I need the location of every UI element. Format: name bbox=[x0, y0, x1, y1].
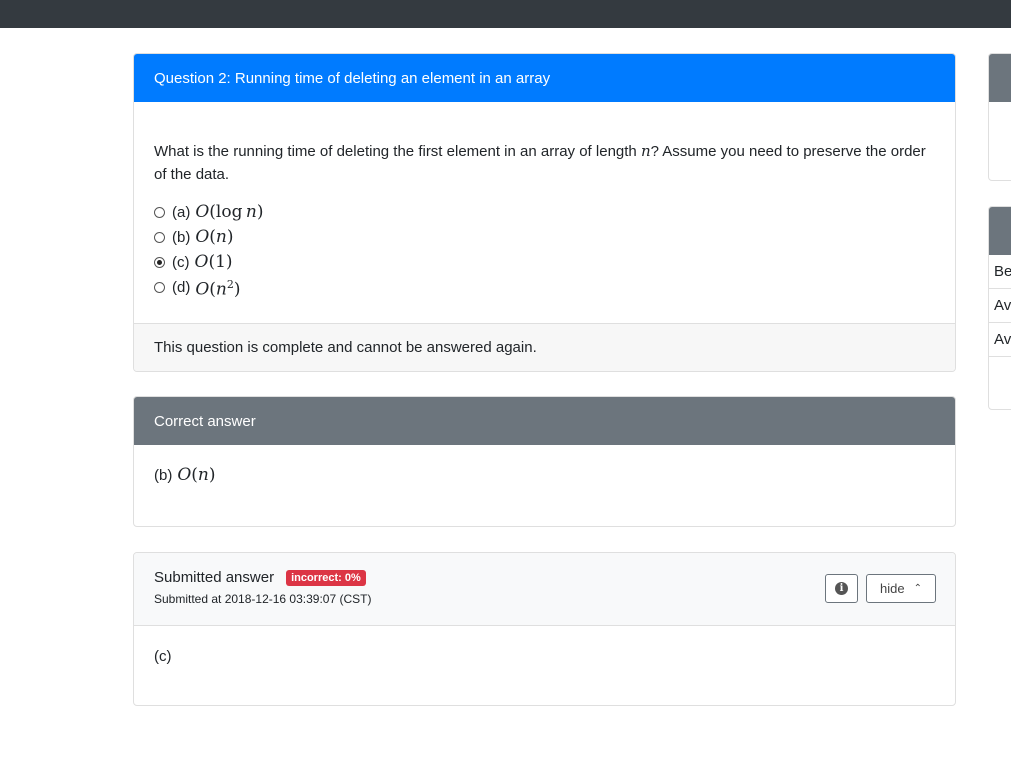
question-footer: This question is complete and cannot be … bbox=[134, 323, 955, 371]
question-title: Question 2: Running time of deleting an … bbox=[134, 54, 955, 102]
option-c[interactable]: (c) O(1) bbox=[154, 250, 935, 275]
sidebar-card-top-header bbox=[989, 54, 1011, 102]
submitted-answer-title: Submitted answer bbox=[154, 569, 275, 586]
radio-c[interactable] bbox=[154, 257, 165, 268]
question-text: What is the running time of deleting the… bbox=[154, 142, 926, 183]
submitted-timestamp: Submitted at 2018-12-16 03:39:07 (CST) bbox=[154, 592, 372, 606]
submitted-answer-card: Submitted answer incorrect: 0% Submitted… bbox=[133, 552, 956, 706]
sidebar-card-top bbox=[988, 53, 1011, 181]
option-a[interactable]: (a) O(log n) bbox=[154, 200, 935, 225]
info-icon: i bbox=[835, 582, 848, 595]
sidebar-row: Av bbox=[989, 289, 1011, 323]
option-a-math: O(log n) bbox=[195, 202, 264, 222]
radio-a[interactable] bbox=[154, 207, 165, 218]
correct-answer-label: (b) bbox=[154, 466, 173, 484]
submitted-answer-body: (c) bbox=[154, 648, 172, 665]
chevron-up-icon: ⌃ bbox=[913, 583, 922, 594]
info-button[interactable]: i bbox=[825, 574, 858, 603]
correct-answer-body: (b) O(n) bbox=[134, 445, 955, 505]
radio-b[interactable] bbox=[154, 232, 165, 243]
sidebar-card-stats: Be Av Av bbox=[988, 206, 1011, 410]
option-d-math: O(n2) bbox=[195, 278, 241, 300]
option-b-math: O(n) bbox=[195, 227, 234, 247]
question-body: What is the running time of deleting the… bbox=[134, 102, 955, 300]
question-card: Question 2: Running time of deleting an … bbox=[133, 53, 956, 372]
score-badge: incorrect: 0% bbox=[286, 569, 366, 586]
option-b[interactable]: (b) O(n) bbox=[154, 225, 935, 250]
correct-answer-card: Correct answer (b) O(n) bbox=[133, 396, 956, 527]
hide-label: hide bbox=[880, 581, 905, 596]
radio-d[interactable] bbox=[154, 282, 165, 293]
hide-button[interactable]: hide ⌃ bbox=[866, 574, 936, 603]
option-d[interactable]: (d) O(n2) bbox=[154, 275, 935, 300]
sidebar-row: Av bbox=[989, 323, 1011, 357]
sidebar-card-stats-header bbox=[989, 207, 1011, 255]
correct-answer-math: O(n) bbox=[177, 465, 216, 485]
submitted-answer-header: Submitted answer incorrect: 0% Submitted… bbox=[134, 553, 955, 626]
sidebar-row: Be bbox=[989, 255, 1011, 289]
top-navbar bbox=[0, 0, 1011, 28]
option-c-math: O(1) bbox=[194, 252, 233, 272]
answer-options: (a) O(log n) (b) O(n) (c) O(1) (d) O(n2) bbox=[154, 200, 935, 300]
correct-answer-header: Correct answer bbox=[134, 397, 955, 445]
